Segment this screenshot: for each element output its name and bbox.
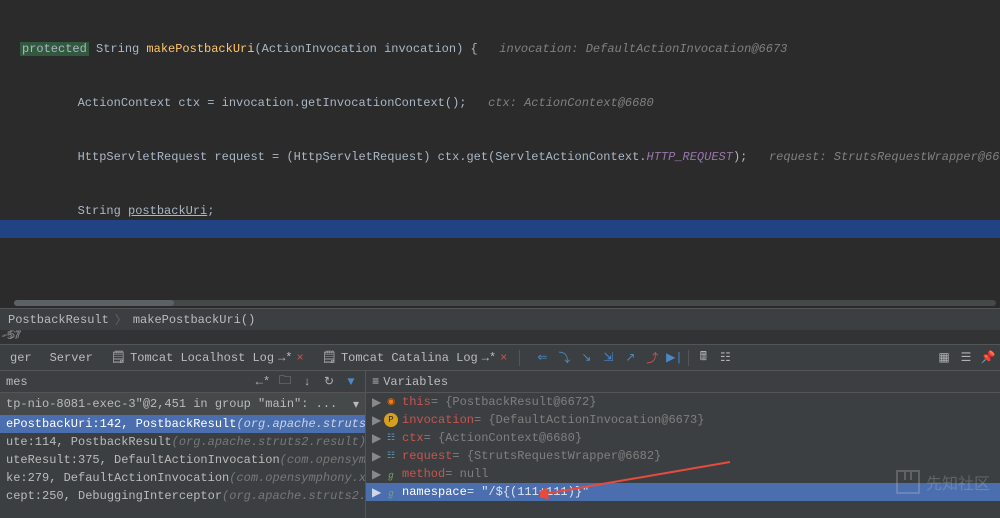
- variable-row[interactable]: ▶◉this = {PostbackResult@6672}: [366, 393, 1000, 411]
- step-out-icon[interactable]: ↗: [622, 350, 638, 366]
- layout-icon[interactable]: ▦: [936, 350, 952, 366]
- step-into-icon[interactable]: ↘: [578, 350, 594, 366]
- stack-frame[interactable]: cept:250, DebuggingInterceptor (org.apac…: [0, 487, 365, 505]
- stack-frame[interactable]: ute:114, PostbackResult (org.apache.stru…: [0, 433, 365, 451]
- variables-list[interactable]: ▶◉this = {PostbackResult@6672}▶Pinvocati…: [366, 393, 1000, 518]
- variable-row[interactable]: ▶Pinvocation = {DefaultActionInvocation@…: [366, 411, 1000, 429]
- trace-icon[interactable]: ☷: [717, 350, 733, 366]
- code-line: HttpServletRequest request = (HttpServle…: [20, 148, 1000, 166]
- variables-panel: ≡ Variables ▶◉this = {PostbackResult@6672…: [366, 371, 1000, 518]
- drop-frame-icon[interactable]: ⤴: [644, 350, 660, 366]
- code-line: protected String makePostbackUri(ActionI…: [20, 40, 1000, 58]
- force-step-into-icon[interactable]: ⇲: [600, 350, 616, 366]
- call-stack[interactable]: ePostbackUri:142, PostbackResult (org.ap…: [0, 415, 365, 518]
- tab-debugger[interactable]: ger: [4, 349, 38, 367]
- prev-frame-icon[interactable]: ←*: [255, 374, 271, 390]
- breadcrumb-method[interactable]: makePostbackUri(): [133, 313, 255, 327]
- step-over-icon[interactable]: ⤵: [556, 350, 572, 366]
- code-line: String postbackUri;: [20, 202, 1000, 220]
- thread-selector[interactable]: tp-nio-8081-exec-3"@2,451 in group "main…: [0, 393, 365, 415]
- tab-tomcat-catalina[interactable]: 🗒Tomcat Catalina Log →* ×: [316, 348, 514, 367]
- variables-header: Variables: [383, 375, 448, 389]
- watermark-logo-icon: [896, 470, 920, 494]
- variables-icon: ≡: [372, 375, 379, 389]
- stack-frame[interactable]: uteResult:375, DefaultActionInvocation (…: [0, 451, 365, 469]
- code-editor[interactable]: protected String makePostbackUri(ActionI…: [0, 0, 1000, 308]
- code-line: ActionContext ctx = invocation.getInvoca…: [20, 94, 1000, 112]
- tab-server[interactable]: Server: [44, 349, 99, 367]
- stack-frame[interactable]: ke:279, DefaultActionInvocation (com.ope…: [0, 469, 365, 487]
- gutter-info: -57: [0, 330, 1000, 344]
- debugger-tabs: ger Server 🗒Tomcat Localhost Log →* × 🗒T…: [0, 344, 1000, 370]
- filter-icon[interactable]: ▼: [343, 374, 359, 390]
- breadcrumb: PostbackResult 〉 makePostbackUri() -57: [0, 308, 1000, 330]
- pin-icon[interactable]: 📌: [980, 350, 996, 366]
- frames-header: mes: [6, 375, 28, 389]
- frame-lib-icon[interactable]: 🗀: [277, 374, 293, 390]
- debug-toolbar: ⇐ ⤵ ↘ ⇲ ↗ ⤴ ▶| 🖩 ☷: [534, 350, 733, 366]
- show-execution-icon[interactable]: ⇐: [534, 350, 550, 366]
- watermark: 先知社区: [896, 470, 990, 494]
- breadcrumb-class[interactable]: PostbackResult: [8, 313, 109, 327]
- evaluate-icon[interactable]: 🖩: [695, 350, 711, 366]
- tomcat-icon: 🗒: [111, 350, 126, 365]
- code-line: [20, 256, 1000, 274]
- run-to-cursor-icon[interactable]: ▶|: [666, 350, 682, 366]
- variable-row[interactable]: ▶☷request = {StrutsRequestWrapper@6682}: [366, 447, 1000, 465]
- next-frame-icon[interactable]: ↓: [299, 374, 315, 390]
- horizontal-scrollbar[interactable]: [14, 300, 996, 306]
- tab-tomcat-localhost[interactable]: 🗒Tomcat Localhost Log →* ×: [105, 348, 310, 367]
- stack-frame[interactable]: ePostbackUri:142, PostbackResult (org.ap…: [0, 415, 365, 433]
- frames-panel: mes ←* 🗀 ↓ ↻ ▼ tp-nio-8081-exec-3"@2,451…: [0, 371, 366, 518]
- restore-icon[interactable]: ↻: [321, 374, 337, 390]
- tomcat-icon: 🗒: [322, 350, 337, 365]
- variable-row[interactable]: ▶☷ctx = {ActionContext@6680}: [366, 429, 1000, 447]
- settings-icon[interactable]: ☰: [958, 350, 974, 366]
